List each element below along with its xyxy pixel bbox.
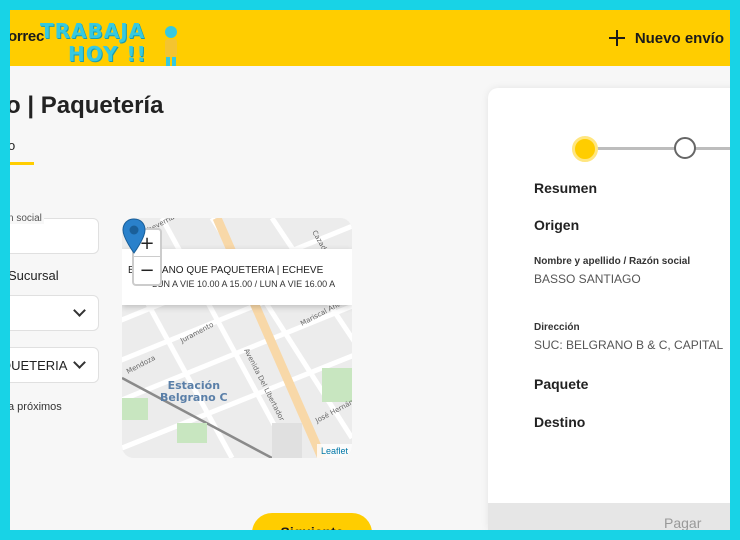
brand-logo[interactable]: orrec (10, 28, 44, 45)
watermark-figure-icon (165, 26, 177, 70)
branch-map[interactable]: Juramento Avenida Del Libertador Marisca… (122, 218, 352, 458)
leaflet-attribution-link[interactable]: Leaflet (316, 444, 352, 458)
chevron-down-icon (73, 356, 86, 369)
name-value: BASSO SANTIAGO (534, 272, 641, 286)
chevron-down-icon (73, 304, 86, 317)
name-label: Nombre y apellido / Razón social (534, 256, 691, 267)
main-content: o | Paquetería o n social Sucursal QUETE… (10, 66, 730, 530)
summary-heading: Resumen (534, 180, 598, 196)
address-label: Dirección (534, 322, 580, 333)
stepper-step-active (572, 136, 598, 162)
app-window: orrec TRABAJA HOY !! Nuevo envío o | Paq… (10, 10, 730, 530)
address-value: SUC: BELGRANO B & C, CAPITAL (534, 338, 724, 352)
top-bar: orrec TRABAJA HOY !! Nuevo envío (10, 10, 730, 70)
next-dates-text: a próximos (10, 401, 62, 413)
branch-select-value: QUETERIA (10, 358, 68, 373)
station-label-line2: Belgrano C (160, 391, 228, 404)
pay-button[interactable]: Pagar (488, 503, 730, 530)
summary-panel: Resumen Origen Nombre y apellido / Razón… (488, 88, 730, 530)
stepper-line (584, 147, 730, 150)
stepper-step-next (674, 137, 696, 159)
new-shipment-button[interactable]: Nuevo envío (608, 24, 724, 52)
page-title: o | Paquetería (10, 92, 164, 119)
map-pin-icon[interactable] (122, 218, 146, 254)
watermark-line2: HOY !! (68, 42, 147, 66)
sucursal-label: Sucursal (10, 268, 59, 283)
tab-active-underline (10, 162, 34, 165)
watermark-line1: TRABAJA (40, 19, 146, 43)
destination-heading[interactable]: Destino (534, 414, 585, 430)
package-heading[interactable]: Paquete (534, 376, 588, 392)
business-name-label: n social (10, 213, 44, 224)
sucursal-select[interactable] (10, 295, 99, 331)
new-shipment-label: Nuevo envío (634, 29, 724, 47)
station-label: Estación Belgrano C (160, 380, 228, 404)
next-button[interactable]: Siguiente (252, 513, 372, 530)
branch-select[interactable]: QUETERIA (10, 347, 99, 383)
zoom-out-button[interactable]: − (134, 257, 160, 284)
popup-branch-hours: LUN A VIE 10.00 A 15.00 / LUN A VIE 16.0… (152, 279, 336, 289)
tab-active[interactable]: o (10, 138, 15, 153)
pay-button-label: Pagar (664, 515, 702, 530)
plus-icon (608, 30, 625, 46)
origin-heading[interactable]: Origen (534, 217, 579, 233)
